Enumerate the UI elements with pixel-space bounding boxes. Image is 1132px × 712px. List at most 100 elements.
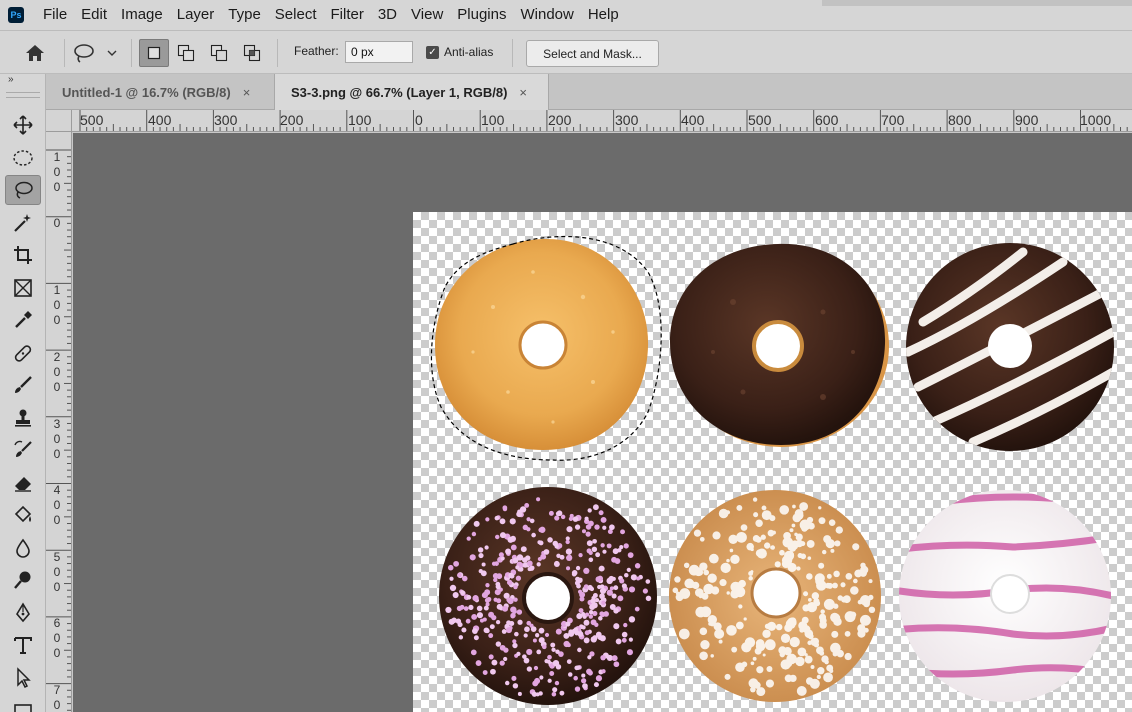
add-selection-icon bbox=[177, 44, 195, 62]
pasteboard[interactable] bbox=[73, 133, 1132, 712]
lasso-tool[interactable] bbox=[5, 175, 41, 205]
menu-image[interactable]: Image bbox=[114, 0, 170, 30]
ruler-label: 100 bbox=[348, 112, 372, 128]
intersect-selection-button[interactable] bbox=[237, 39, 267, 67]
history-brush-icon bbox=[14, 440, 32, 457]
close-icon[interactable]: × bbox=[519, 85, 527, 100]
pen-tool[interactable] bbox=[5, 598, 41, 628]
blur-tool[interactable] bbox=[5, 533, 41, 563]
frame-icon bbox=[14, 279, 32, 297]
menu-3d[interactable]: 3D bbox=[371, 0, 404, 30]
ruler-label: 200 bbox=[280, 112, 304, 128]
ruler-label: 100 bbox=[481, 112, 505, 128]
home-button[interactable] bbox=[20, 41, 50, 65]
crop-tool[interactable] bbox=[5, 240, 41, 270]
document-tabs: Untitled-1 @ 16.7% (RGB/8) × S3-3.png @ … bbox=[46, 74, 1132, 110]
panel-grip[interactable] bbox=[6, 92, 40, 98]
ruler-label: 400 bbox=[681, 112, 705, 128]
photoshop-logo-icon: Ps bbox=[8, 7, 24, 23]
eyedropper-icon bbox=[15, 311, 32, 328]
add-to-selection-button[interactable] bbox=[171, 39, 201, 67]
sprinkle-donut bbox=[439, 487, 657, 705]
subtract-selection-icon bbox=[210, 44, 228, 62]
ruler-label: 200 bbox=[548, 112, 572, 128]
bandage-icon bbox=[14, 345, 32, 362]
vertical-ruler[interactable]: 100 0 100 200 300 400 500 600 70 bbox=[46, 132, 72, 712]
select-and-mask-button[interactable]: Select and Mask... bbox=[526, 40, 659, 67]
blur-drop-icon bbox=[16, 538, 30, 558]
rectangle-tool[interactable] bbox=[5, 695, 41, 712]
title-bar-strip bbox=[822, 0, 1132, 6]
marquee-tool[interactable] bbox=[5, 143, 41, 173]
horizontal-ruler[interactable]: 500 400 300 200 100 0 100 200 300 400 50… bbox=[72, 110, 1132, 132]
ruler-label: 200 bbox=[53, 350, 61, 394]
paint-bucket-tool[interactable] bbox=[5, 500, 41, 530]
brush-tool[interactable] bbox=[5, 370, 41, 400]
paint-bucket-icon bbox=[14, 505, 32, 523]
type-icon bbox=[14, 637, 32, 654]
collapse-panel-icon[interactable]: » bbox=[8, 74, 14, 85]
menu-type[interactable]: Type bbox=[221, 0, 268, 30]
type-tool[interactable] bbox=[5, 630, 41, 660]
document-canvas[interactable] bbox=[413, 212, 1132, 712]
ruler-label: 1000 bbox=[1080, 112, 1112, 128]
move-icon bbox=[13, 115, 33, 135]
stamp-icon bbox=[15, 409, 31, 427]
rectangle-icon bbox=[14, 704, 32, 712]
tab-label: Untitled-1 @ 16.7% (RGB/8) bbox=[62, 84, 231, 100]
frame-tool[interactable] bbox=[5, 273, 41, 303]
lasso-icon bbox=[15, 181, 33, 199]
options-separator bbox=[512, 39, 513, 67]
magic-wand-tool[interactable] bbox=[5, 208, 41, 238]
move-tool[interactable] bbox=[5, 110, 41, 140]
menu-help[interactable]: Help bbox=[581, 0, 626, 30]
clone-stamp-tool[interactable] bbox=[5, 403, 41, 433]
ruler-label: 500 bbox=[748, 112, 772, 128]
ruler-label: 600 bbox=[53, 616, 61, 660]
anti-alias-checkbox[interactable]: ✓ bbox=[426, 46, 439, 59]
ruler-label: 100 bbox=[53, 283, 61, 327]
ruler-label: 70 bbox=[53, 683, 61, 712]
intersect-selection-icon bbox=[243, 44, 261, 62]
options-separator bbox=[64, 39, 65, 67]
menu-layer[interactable]: Layer bbox=[170, 0, 222, 30]
canvas-artwork bbox=[430, 235, 1114, 705]
eraser-tool[interactable] bbox=[5, 468, 41, 498]
ruler-label: 300 bbox=[214, 112, 238, 128]
menu-view[interactable]: View bbox=[404, 0, 450, 30]
pink-striped-donut bbox=[899, 490, 1111, 702]
menu-filter[interactable]: Filter bbox=[324, 0, 371, 30]
anti-alias-label: Anti-alias bbox=[444, 45, 494, 59]
crop-icon bbox=[14, 246, 32, 264]
ruler-label: 0 bbox=[415, 112, 423, 128]
menu-window[interactable]: Window bbox=[513, 0, 580, 30]
subtract-selection-button[interactable] bbox=[204, 39, 234, 67]
healing-brush-tool[interactable] bbox=[5, 338, 41, 368]
ruler-label: 500 bbox=[53, 550, 61, 594]
ruler-label: 400 bbox=[53, 483, 61, 527]
path-selection-tool[interactable] bbox=[5, 663, 41, 693]
arrow-pointer-icon bbox=[17, 667, 31, 689]
ruler-label: 900 bbox=[1015, 112, 1039, 128]
menu-plugins[interactable]: Plugins bbox=[450, 0, 513, 30]
feather-input[interactable] bbox=[345, 41, 413, 63]
ruler-label: 600 bbox=[815, 112, 839, 128]
menu-select[interactable]: Select bbox=[268, 0, 324, 30]
close-icon[interactable]: × bbox=[243, 85, 251, 100]
tool-preset-picker[interactable] bbox=[72, 41, 122, 65]
eyedropper-tool[interactable] bbox=[5, 305, 41, 335]
new-selection-button[interactable] bbox=[139, 39, 169, 67]
photoshop-window: Ps File Edit Image Layer Type Select Fil… bbox=[0, 0, 1132, 712]
tab-s3-3[interactable]: S3-3.png @ 66.7% (Layer 1, RGB/8) × bbox=[274, 74, 549, 110]
chocolate-donut bbox=[670, 243, 889, 447]
history-brush-tool[interactable] bbox=[5, 435, 41, 465]
chevron-down-icon bbox=[107, 50, 117, 56]
ruler-label: 400 bbox=[148, 112, 172, 128]
menu-file[interactable]: File bbox=[36, 0, 74, 30]
tab-untitled-1[interactable]: Untitled-1 @ 16.7% (RGB/8) × bbox=[46, 74, 274, 110]
striped-chocolate-donut bbox=[906, 243, 1114, 451]
ruler-origin[interactable] bbox=[46, 110, 72, 132]
brush-icon bbox=[15, 376, 32, 393]
menu-edit[interactable]: Edit bbox=[74, 0, 114, 30]
dodge-tool[interactable] bbox=[5, 565, 41, 595]
